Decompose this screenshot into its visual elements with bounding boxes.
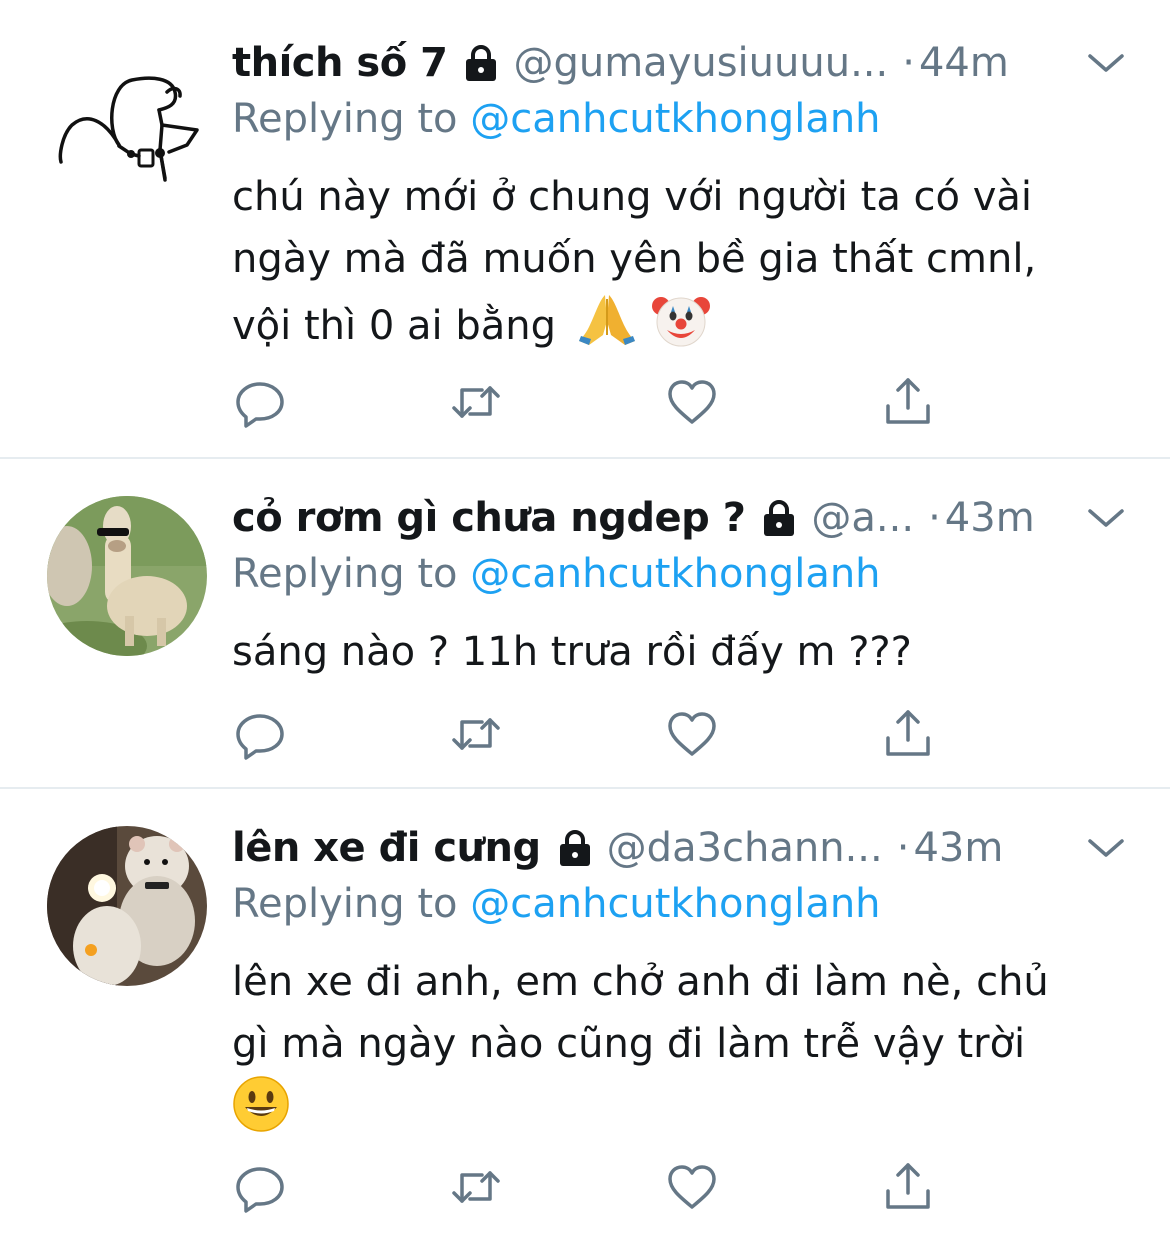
chevron-down-icon[interactable] xyxy=(1086,833,1126,863)
tweet-actions xyxy=(232,374,952,430)
mention-link[interactable]: @canhcutkhonglanh xyxy=(470,551,880,597)
user-handle[interactable]: @a... xyxy=(811,495,914,541)
tweet-text-segment: vội thì 0 ai bằng xyxy=(232,303,556,349)
separator-dot: · xyxy=(902,40,915,86)
share-icon[interactable] xyxy=(880,706,936,762)
mention-link[interactable]: @canhcutkhonglanh xyxy=(470,96,880,142)
tweet-text-line: chú này mới ở chung với người ta có vài xyxy=(232,174,1033,220)
tweet-text-line: ngày mà đã muốn yên bề gia thất cmnl, xyxy=(232,236,1037,282)
retweet-icon[interactable] xyxy=(448,374,504,430)
clown-face-emoji xyxy=(651,290,711,366)
tweet-text: chú này mới ở chung với người ta có vài … xyxy=(232,166,1112,366)
display-name[interactable]: thích số 7 xyxy=(232,40,448,86)
avatar[interactable] xyxy=(47,826,207,986)
tweet-text-line: gì mà ngày nào cũng đi làm trễ vậy trời xyxy=(232,1021,1026,1067)
avatar[interactable] xyxy=(47,496,207,656)
separator-dot: · xyxy=(896,825,910,871)
tweet[interactable]: cỏ rơm gì chưa ngdep ? @a... · 43m Reply… xyxy=(0,459,1170,788)
grinning-face-emoji xyxy=(232,1075,290,1151)
retweet-icon[interactable] xyxy=(448,706,504,762)
replying-to: Replying to @canhcutkhonglanh xyxy=(232,881,881,927)
mention-link[interactable]: @canhcutkhonglanh xyxy=(470,881,880,927)
reply-icon[interactable] xyxy=(232,374,288,430)
folded-hands-emoji xyxy=(577,291,637,365)
replying-to-label: Replying to xyxy=(232,96,471,142)
tweet-text-line: vội thì 0 ai bằng xyxy=(232,290,1112,366)
tweet-header: thích số 7 @gumayusiuuuu... · 44m xyxy=(232,34,1110,92)
lock-icon xyxy=(759,498,799,538)
tweet-text-line: sáng nào ? 11h trưa rồi đấy m ??? xyxy=(232,629,912,675)
user-handle[interactable]: @da3chann... xyxy=(607,825,883,871)
display-name[interactable]: lên xe đi cưng xyxy=(232,825,541,871)
avatar[interactable] xyxy=(47,50,207,210)
timestamp[interactable]: 43m xyxy=(913,825,1003,871)
share-icon[interactable] xyxy=(880,1159,936,1215)
timestamp[interactable]: 43m xyxy=(945,495,1035,541)
chevron-down-icon[interactable] xyxy=(1086,48,1126,78)
replying-to-label: Replying to xyxy=(232,551,471,597)
tweet-header: lên xe đi cưng @da3chann... · 43m xyxy=(232,819,1110,877)
retweet-icon[interactable] xyxy=(448,1159,504,1215)
timestamp[interactable]: 44m xyxy=(919,40,1009,86)
replying-to: Replying to @canhcutkhonglanh xyxy=(232,96,881,142)
replying-to: Replying to @canhcutkhonglanh xyxy=(232,551,881,597)
tweet-header: cỏ rơm gì chưa ngdep ? @a... · 43m xyxy=(232,489,1110,547)
chevron-down-icon[interactable] xyxy=(1086,503,1126,533)
lock-icon xyxy=(461,43,501,83)
replying-to-label: Replying to xyxy=(232,881,471,927)
share-icon[interactable] xyxy=(880,374,936,430)
reply-icon[interactable] xyxy=(232,706,288,762)
tweet-text: sáng nào ? 11h trưa rồi đấy m ??? xyxy=(232,621,1112,683)
like-icon[interactable] xyxy=(664,374,720,430)
user-handle[interactable]: @gumayusiuuuu... xyxy=(513,40,888,86)
display-name[interactable]: cỏ rơm gì chưa ngdep ? xyxy=(232,495,746,541)
reply-icon[interactable] xyxy=(232,1159,288,1215)
tweet-text: lên xe đi anh, em chở anh đi làm nè, chủ… xyxy=(232,951,1112,1151)
tweet-actions xyxy=(232,1159,952,1215)
tweet-actions xyxy=(232,706,952,762)
separator-dot: · xyxy=(928,495,941,541)
tweet-text-line: lên xe đi anh, em chở anh đi làm nè, chủ xyxy=(232,959,1049,1005)
tweet[interactable]: thích số 7 @gumayusiuuuu... · 44m Replyi… xyxy=(0,0,1170,458)
tweet-text-line xyxy=(232,1075,1112,1151)
like-icon[interactable] xyxy=(664,1159,720,1215)
tweet[interactable]: lên xe đi cưng @da3chann... · 43m Replyi… xyxy=(0,789,1170,1239)
lock-icon xyxy=(555,828,595,868)
like-icon[interactable] xyxy=(664,706,720,762)
